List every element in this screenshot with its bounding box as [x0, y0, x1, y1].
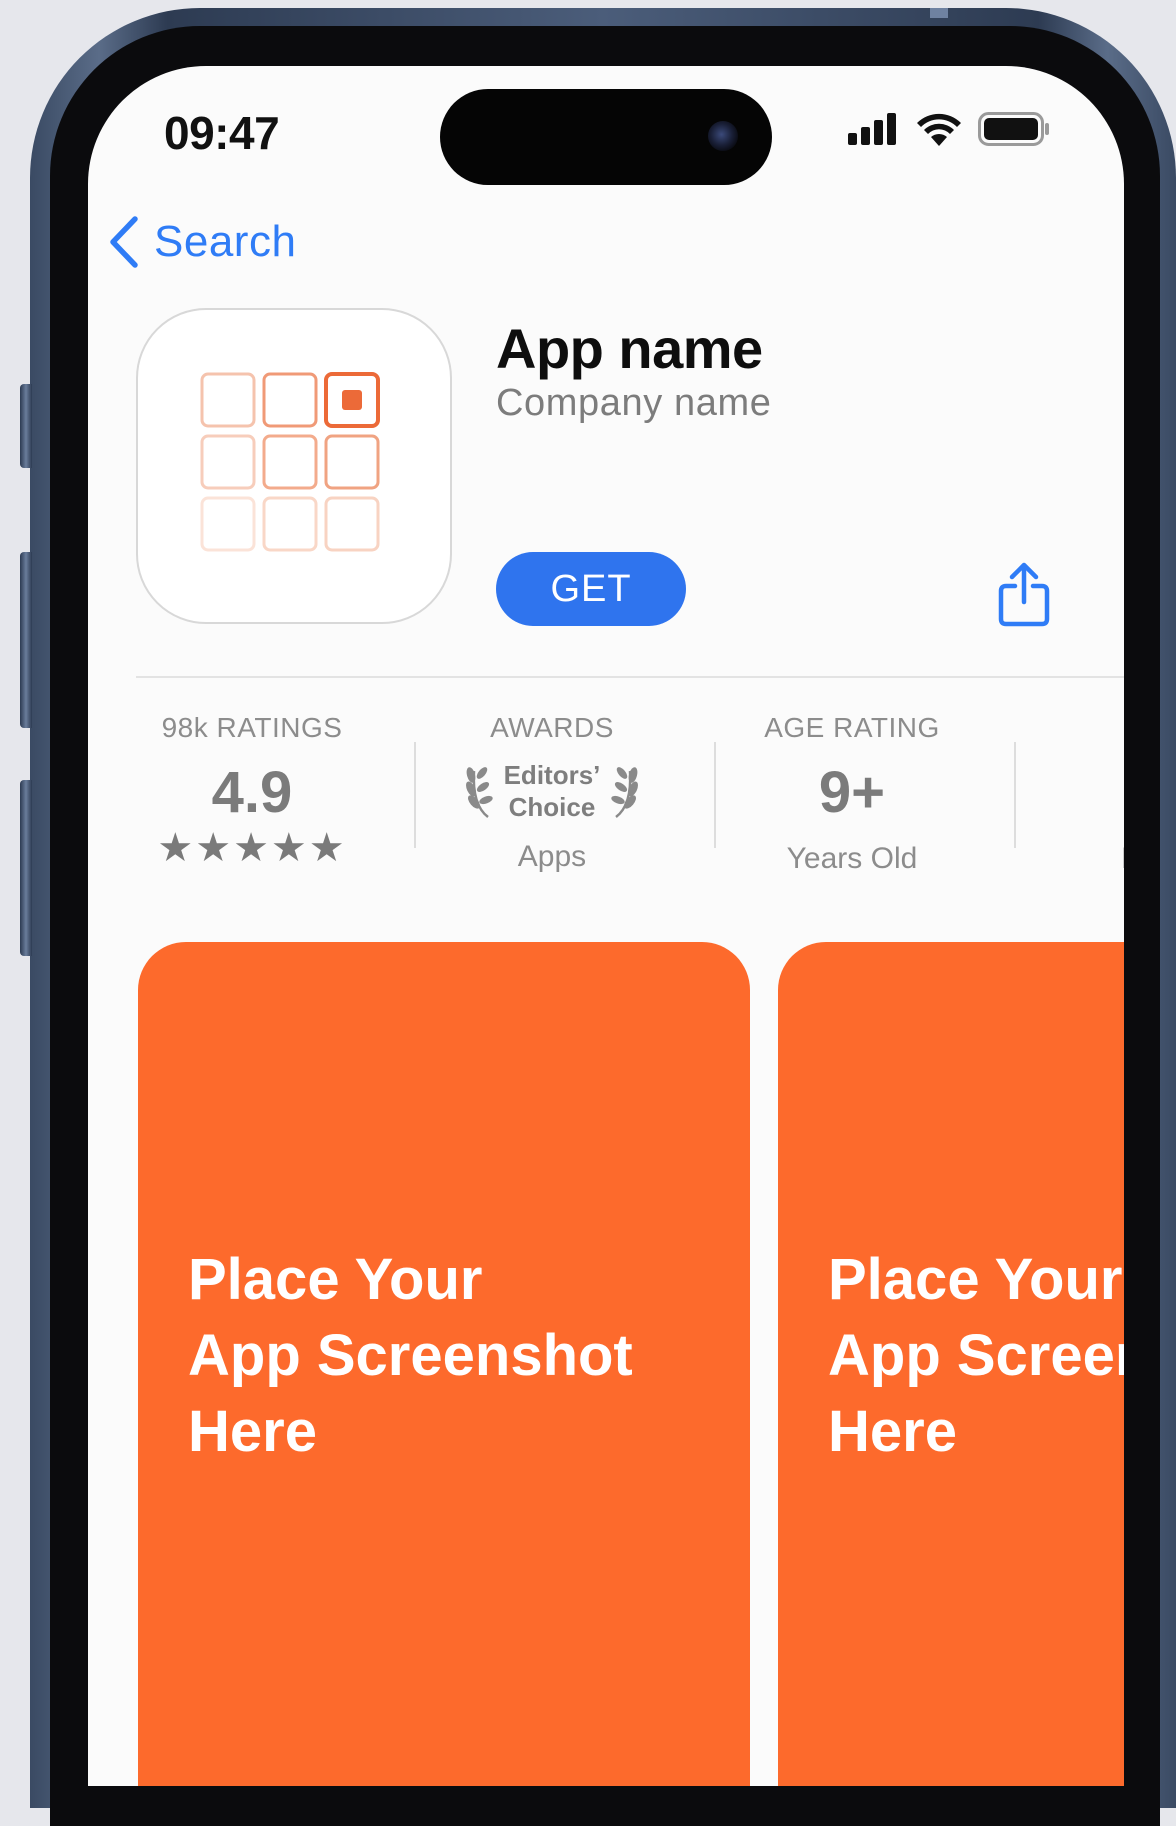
back-label: Search — [154, 217, 297, 266]
category-icon-placeholder — [1002, 764, 1124, 822]
company-name[interactable]: Company name — [496, 382, 771, 425]
laurel-left-icon — [465, 767, 493, 818]
back-button[interactable]: Search — [108, 216, 296, 268]
volume-up-button — [20, 552, 32, 728]
screenshot-caption: Place Your App Screenshot Here — [828, 1247, 1124, 1464]
volume-down-button — [20, 780, 32, 956]
editors-choice-badge: Editors’ Choice — [402, 756, 702, 826]
wifi-icon — [917, 113, 961, 146]
award-line-2: Choice — [508, 792, 596, 822]
screenshot-card-1[interactable]: Place Your App Screenshot Here — [138, 942, 750, 1786]
age-heading: AGE RATING — [764, 712, 940, 743]
awards-cell[interactable]: AWARDS Editors’ Choice Apps — [402, 712, 702, 874]
age-value: 9+ — [818, 760, 886, 825]
share-icon — [998, 562, 1050, 627]
cellular-signal-icon — [848, 113, 896, 145]
awards-sub: Apps — [517, 840, 587, 873]
award-line-1: Editors’ — [503, 760, 601, 790]
app-name: App name — [496, 317, 763, 380]
ratings-cell[interactable]: 98k RATINGS 4.9 ★★★★★ — [102, 712, 402, 868]
rating-value: 4.9 — [211, 760, 293, 825]
ratings-heading: 98k RATINGS — [161, 712, 343, 743]
award-badge-text: Editors’ Choice — [496, 759, 609, 823]
age-sub: Years Old — [786, 842, 918, 875]
header-divider — [136, 676, 1124, 678]
battery-icon — [978, 112, 1049, 146]
category-heading: C — [1002, 712, 1124, 744]
status-icons — [848, 112, 1050, 146]
dynamic-island — [440, 89, 772, 185]
category-sub: Ente — [1002, 842, 1124, 876]
share-button[interactable] — [996, 562, 1052, 628]
app-store-screen: 09:47 Search App name Company name GET 9… — [88, 66, 1124, 1786]
laurel-right-icon — [611, 767, 639, 818]
rating-stars: ★★★★★ — [157, 826, 347, 870]
category-cell[interactable]: C Ente — [1002, 712, 1124, 876]
screenshot-card-2[interactable]: Place Your App Screenshot Here — [778, 942, 1124, 1786]
screenshot-caption: Place Your App Screenshot Here — [188, 1247, 633, 1464]
camera-icon — [708, 121, 738, 151]
app-icon — [136, 308, 452, 624]
chevron-left-icon — [110, 216, 138, 268]
grid-logo-icon — [200, 372, 380, 552]
get-button[interactable]: GET — [496, 552, 686, 626]
awards-heading: AWARDS — [490, 712, 614, 743]
age-rating-cell[interactable]: AGE RATING 9+ Years Old — [702, 712, 1002, 876]
status-time: 09:47 — [164, 107, 280, 159]
frame-antenna-line — [930, 8, 948, 18]
mute-switch — [20, 384, 32, 468]
